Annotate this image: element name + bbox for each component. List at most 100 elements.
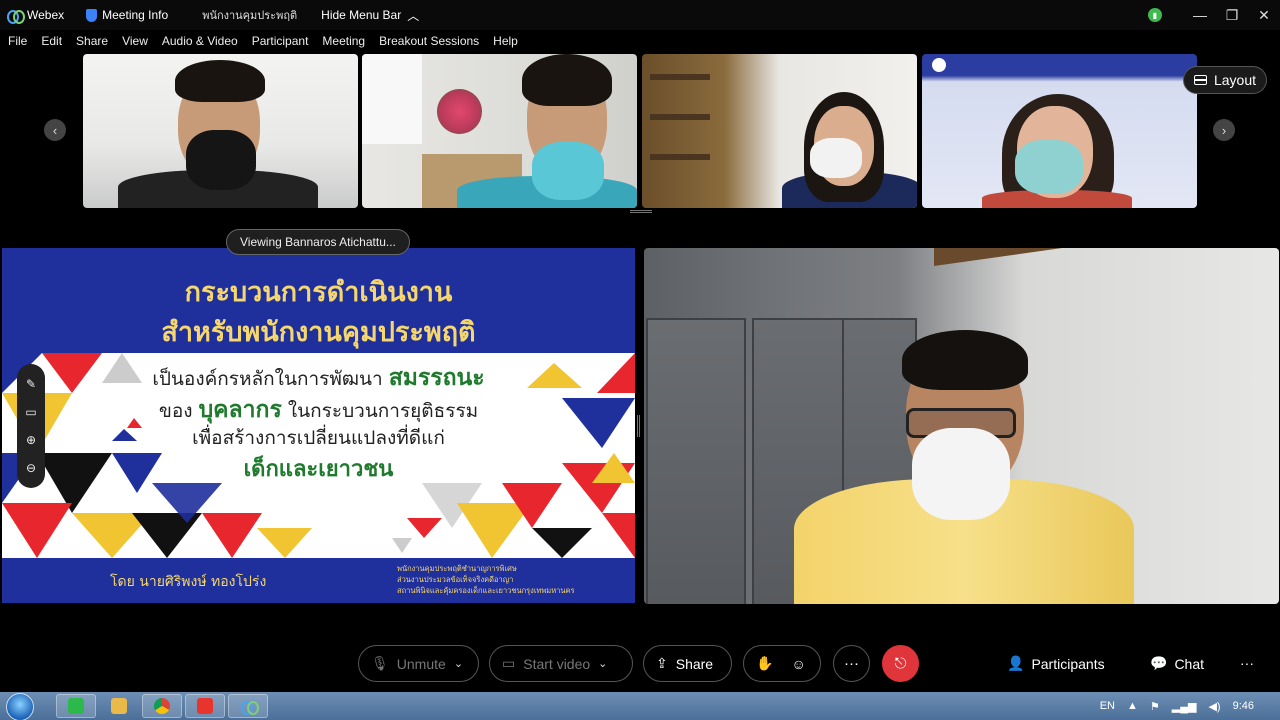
restore-icon[interactable]: ❐ (1216, 0, 1248, 30)
chat-button[interactable]: 💬 Chat (1150, 655, 1204, 672)
shield-icon (86, 8, 98, 22)
window-background (362, 54, 422, 144)
remote-app-icon (197, 698, 213, 714)
webex-logo-icon (7, 10, 25, 24)
leave-meeting-button[interactable]: ⎋ (882, 645, 919, 682)
slide-line2-suffix: ในกระบวนการยุติธรรม (287, 400, 479, 422)
chevron-up-icon: ︿ (407, 8, 420, 23)
taskbar-app-explorer[interactable] (99, 694, 139, 718)
menu-view[interactable]: View (115, 34, 155, 48)
hide-menu-bar-button[interactable]: Hide Menu Bar ︿ (321, 7, 419, 24)
volume-icon[interactable]: ◀) (1208, 700, 1220, 713)
meeting-info-button[interactable]: Meeting Info (86, 8, 168, 22)
participant-video-tile[interactable] (83, 54, 358, 208)
unmute-button[interactable]: 🎙 Unmute ⌄ (358, 645, 479, 682)
start-video-button[interactable]: ▭ Start video ⌄ (489, 645, 633, 682)
reactions-icon[interactable]: ☺ (791, 656, 805, 672)
panel-more-button[interactable]: ··· (1240, 655, 1254, 671)
menu-help[interactable]: Help (486, 34, 525, 48)
app-name: Webex (27, 8, 65, 22)
taskbar-app-webex[interactable] (228, 694, 268, 718)
start-video-label: Start video (523, 655, 591, 672)
viewing-label: Viewing Bannaros Atichattu... (240, 235, 396, 249)
bookshelf (650, 74, 710, 80)
participant-video-tile[interactable] (642, 54, 917, 208)
slide-organization: พนักงานคุมประพฤติชำนาญการพิเศษ ส่วนงานปร… (397, 563, 575, 596)
menu-audio-video[interactable]: Audio & Video (155, 34, 245, 48)
menu-participant[interactable]: Participant (245, 34, 316, 48)
reactions-group: ✋ ☺ (743, 645, 821, 682)
slide-line1-text: เป็นองค์กรหลักในการพัฒนา (152, 368, 383, 390)
hide-menu-bar-label: Hide Menu Bar (321, 8, 402, 22)
menu-bar: File Edit Share View Audio & Video Parti… (0, 30, 1280, 52)
bookshelf (650, 154, 710, 160)
participants-label: Participants (1031, 655, 1105, 672)
close-icon[interactable]: ✕ (1248, 0, 1280, 30)
share-button[interactable]: ⇪ Share (643, 645, 732, 682)
face-mask (810, 138, 862, 178)
slide-line4: เด็กและเยาวชน (243, 457, 394, 482)
chat-icon: 💬 (1150, 655, 1168, 671)
layout-icon (1193, 75, 1207, 85)
participant-video-tile[interactable] (362, 54, 637, 208)
panel-more-label: ··· (1240, 655, 1254, 671)
taskbar-app-chrome[interactable] (142, 694, 182, 718)
zoom-in-icon[interactable]: ⊕ (24, 433, 38, 447)
annotate-pen-icon[interactable]: ✎ (24, 377, 38, 391)
meeting-title: พนักงานคุมประพฤติ (202, 10, 298, 22)
bookshelf (650, 114, 710, 120)
resize-handle-horizontal[interactable] (630, 210, 652, 213)
face-mask (532, 142, 604, 200)
chat-label: Chat (1174, 655, 1205, 672)
menu-meeting[interactable]: Meeting (315, 34, 372, 48)
taskbar-app-anydesk[interactable] (185, 694, 225, 718)
slide-line1-emphasis: สมรรถนะ (388, 365, 485, 391)
clock[interactable]: 9:46 (1233, 700, 1254, 712)
menu-edit[interactable]: Edit (34, 34, 69, 48)
share-screen-icon[interactable]: ▭ (24, 405, 38, 419)
zoom-out-icon[interactable]: ⊖ (24, 461, 38, 475)
network-icon[interactable]: ▂▄▆ (1172, 700, 1197, 713)
slide-line1: เป็นองค์กรหลักในการพัฒนา สมรรถนะ (2, 360, 635, 396)
flower-vase (437, 89, 482, 134)
minimize-icon[interactable]: — (1184, 0, 1216, 30)
share-label: Share (675, 655, 714, 672)
more-options-label: ··· (844, 655, 859, 672)
menu-file[interactable]: File (0, 34, 34, 48)
raise-hand-icon[interactable]: ✋ (756, 655, 773, 672)
active-speaker-video[interactable] (644, 248, 1279, 604)
emblem-icon (932, 58, 946, 72)
chevron-down-icon[interactable]: ⌄ (598, 657, 607, 670)
slide-org-line3: สถานพินิจและคุ้มครองเด็กและเยาวชนกรุงเทพ… (397, 586, 575, 595)
menu-share[interactable]: Share (69, 34, 115, 48)
wooden-shelf (934, 248, 1279, 266)
layout-label: Layout (1213, 72, 1257, 88)
viewing-share-indicator[interactable]: Viewing Bannaros Atichattu... (226, 229, 410, 255)
filmstrip-next-button[interactable]: › (1213, 119, 1235, 141)
participants-button[interactable]: 👤 Participants (1007, 655, 1105, 672)
taskbar-app-line[interactable] (56, 694, 96, 718)
folder-icon (111, 698, 127, 714)
slide-org-line2: ส่วนงานประมวลข้อเท็จจริงคดีอาญา (397, 575, 514, 584)
resize-handle-vertical[interactable] (637, 415, 640, 437)
windows-taskbar: EN ▲ ⚑ ▂▄▆ ◀) 9:46 (0, 692, 1280, 720)
shared-content-slide[interactable]: กระบวนการดำเนินงาน สำหรับพนักงานคุมประพฤ… (2, 248, 635, 603)
participant-video-tile[interactable] (922, 54, 1197, 208)
language-indicator[interactable]: EN (1100, 700, 1115, 712)
menu-breakout-sessions[interactable]: Breakout Sessions (372, 34, 486, 48)
show-hidden-icons-icon[interactable]: ▲ (1127, 700, 1138, 712)
webex-logo-icon (241, 701, 259, 715)
face-mask (1015, 140, 1083, 194)
connection-health-icon[interactable]: ▮ (1148, 8, 1162, 22)
cabinet (646, 318, 746, 604)
meeting-info-label: Meeting Info (102, 8, 169, 22)
more-options-button[interactable]: ··· (833, 645, 870, 682)
flag-icon[interactable]: ⚑ (1150, 700, 1160, 713)
unmute-label: Unmute (396, 655, 446, 672)
start-button[interactable] (6, 693, 34, 720)
chevron-down-icon[interactable]: ⌄ (454, 657, 463, 670)
layout-button[interactable]: Layout (1183, 66, 1267, 94)
meeting-controls: 🎙 Unmute ⌄ ▭ Start video ⌄ ⇪ Share ✋ ☺ ·… (0, 636, 1280, 692)
filmstrip-prev-button[interactable]: ‹ (44, 119, 66, 141)
microphone-muted-icon: 🎙 (371, 655, 389, 671)
